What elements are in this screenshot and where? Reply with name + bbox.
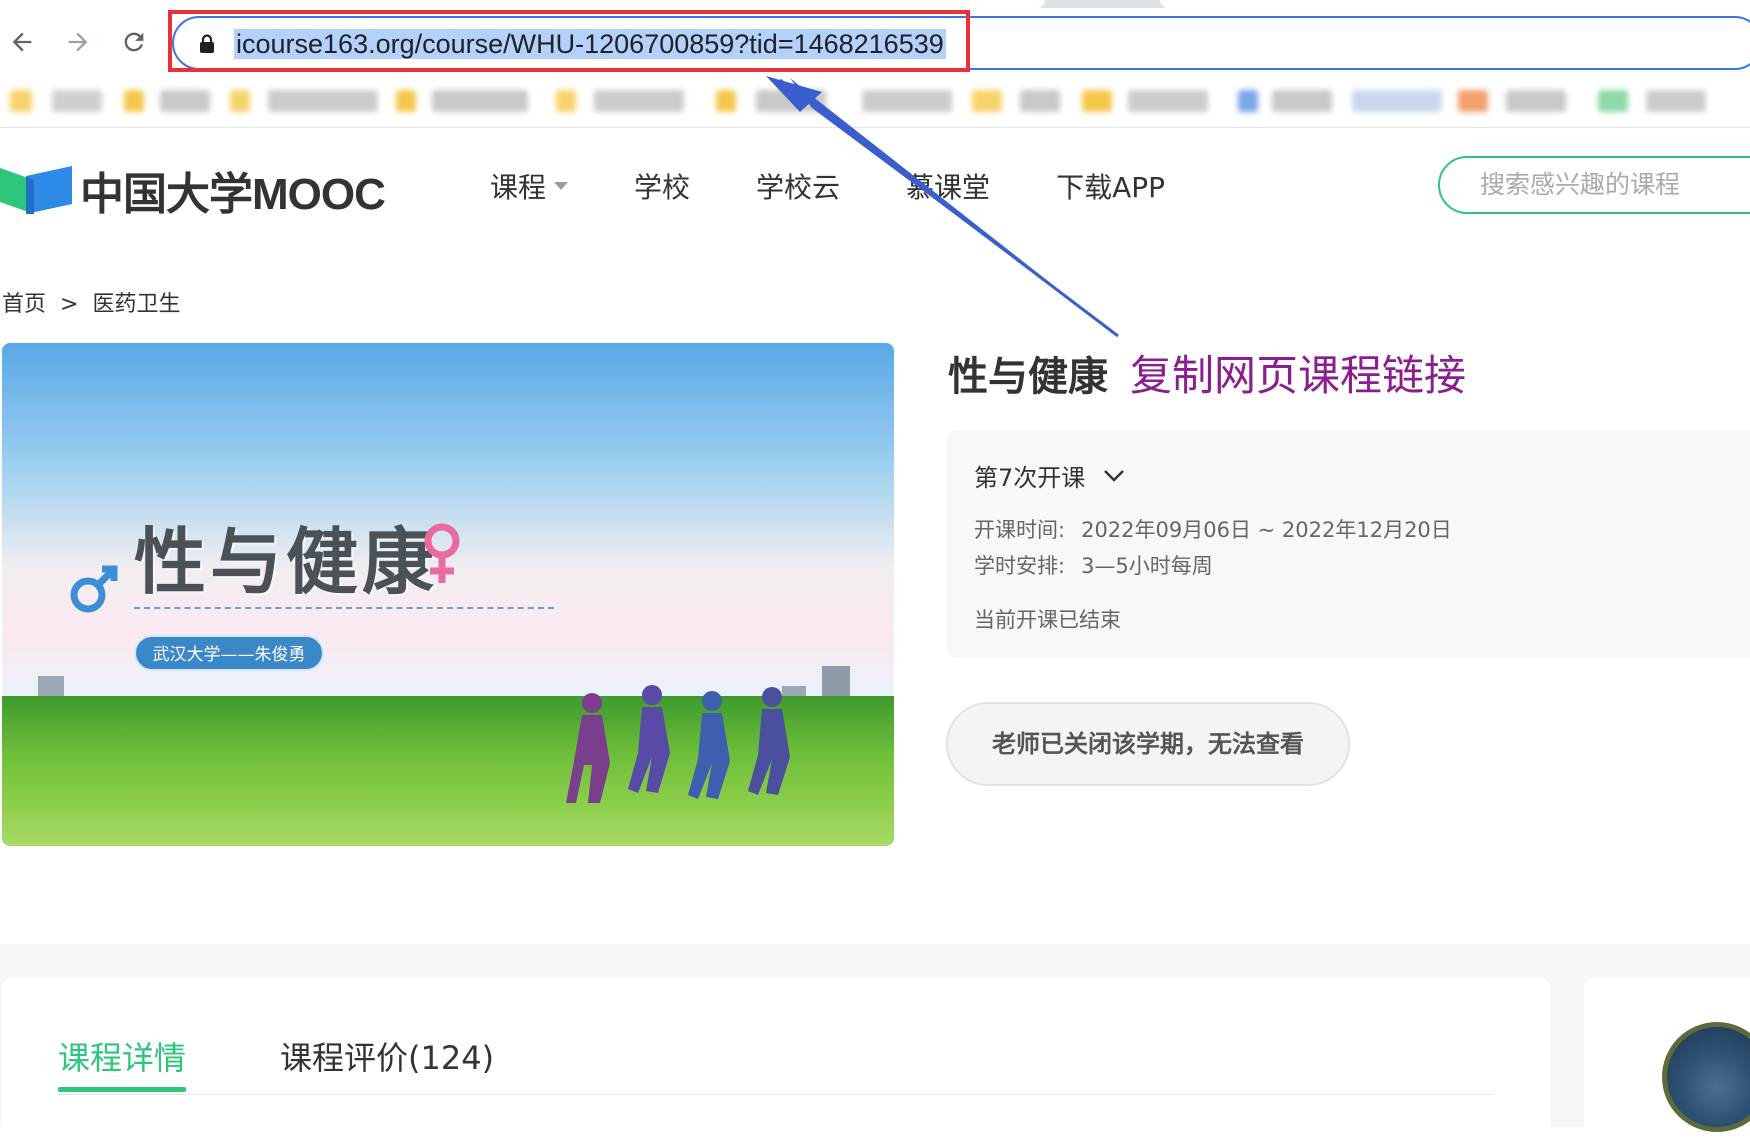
bookmark-item[interactable] bbox=[594, 90, 684, 112]
bookmark-item[interactable] bbox=[862, 90, 952, 112]
banner-teacher-tag: 武汉大学——朱俊勇 bbox=[134, 635, 324, 671]
bookmark-item[interactable] bbox=[230, 90, 250, 112]
main-nav: 课程 学校 学校云 慕课堂 下载APP bbox=[490, 166, 1231, 206]
term-select[interactable]: 第7次开课 bbox=[974, 458, 1125, 493]
site-header: 中国大学MOOC 课程 学校 学校云 慕课堂 下载APP 搜索感兴趣的课程 bbox=[0, 130, 1750, 240]
term-info-card: 第7次开课 开课时间: 2022年09月06日 ~ 2022年12月20日 学时安… bbox=[946, 430, 1750, 658]
forward-button[interactable] bbox=[58, 22, 98, 62]
bookmark-item[interactable] bbox=[1352, 90, 1442, 112]
active-tab[interactable] bbox=[0, 0, 1045, 8]
course-time: 开课时间: 2022年09月06日 ~ 2022年12月20日 bbox=[974, 518, 1452, 542]
nav-download-app[interactable]: 下载APP bbox=[1056, 166, 1165, 206]
arrow-right-icon bbox=[68, 32, 88, 52]
nav-school-cloud[interactable]: 学校云 bbox=[756, 166, 840, 206]
course-title: 性与健康 bbox=[948, 354, 1108, 400]
bookmark-item[interactable] bbox=[52, 90, 102, 112]
term-label: 第7次开课 bbox=[974, 464, 1086, 492]
bookmark-item[interactable] bbox=[1272, 90, 1332, 112]
school-logo[interactable] bbox=[1662, 1022, 1750, 1132]
course-title-row: 性与健康 复制网页课程链接 bbox=[948, 342, 1466, 403]
bookmark-item[interactable] bbox=[1238, 90, 1258, 112]
reload-button[interactable] bbox=[114, 22, 154, 62]
back-button[interactable] bbox=[2, 22, 42, 62]
bookmark-item[interactable] bbox=[716, 90, 736, 112]
mooc-logo-icon bbox=[0, 166, 72, 214]
bookmark-item[interactable] bbox=[1598, 90, 1628, 112]
bookmark-item[interactable] bbox=[1646, 90, 1706, 112]
bookmark-item[interactable] bbox=[268, 90, 378, 112]
bookmark-item[interactable] bbox=[432, 90, 528, 112]
bookmark-item[interactable] bbox=[396, 90, 416, 112]
search-input[interactable]: 搜索感兴趣的课程 bbox=[1438, 156, 1750, 214]
course-banner: 性与健康 武汉大学——朱俊勇 bbox=[2, 343, 894, 846]
reload-icon bbox=[124, 32, 144, 52]
annotation-text: 复制网页课程链接 bbox=[1130, 351, 1467, 400]
nav-schools[interactable]: 学校 bbox=[634, 166, 690, 206]
chevron-down-icon bbox=[1104, 469, 1125, 482]
breadcrumb: 首页 > 医药卫生 bbox=[2, 286, 180, 318]
site-logo[interactable]: 中国大学MOOC bbox=[0, 158, 386, 222]
course-detail-card: 课程详情 课程评价(124) bbox=[2, 978, 1550, 1138]
bookmark-item[interactable] bbox=[1128, 90, 1208, 112]
female-symbol-icon bbox=[424, 523, 460, 583]
breadcrumb-home[interactable]: 首页 bbox=[2, 292, 46, 317]
bookmark-item[interactable] bbox=[1506, 90, 1566, 112]
bookmark-item[interactable] bbox=[160, 90, 210, 112]
bookmark-item[interactable] bbox=[1082, 90, 1112, 112]
inactive-tab[interactable] bbox=[1160, 0, 1750, 8]
banner-divider bbox=[134, 607, 554, 609]
course-hours: 学时安排: 3—5小时每周 bbox=[974, 554, 1213, 578]
logo-text: 中国大学MOOC bbox=[80, 170, 386, 219]
bookmark-item[interactable] bbox=[1020, 90, 1060, 112]
tab-course-reviews[interactable]: 课程评价(124) bbox=[280, 1033, 494, 1079]
school-side-card bbox=[1584, 978, 1750, 1138]
jumping-people-illustration bbox=[566, 685, 790, 803]
bookmark-item[interactable] bbox=[124, 90, 144, 112]
bookmark-item[interactable] bbox=[756, 90, 826, 112]
breadcrumb-separator: > bbox=[60, 292, 79, 317]
nav-mooc-classroom[interactable]: 慕课堂 bbox=[906, 166, 990, 206]
bookmark-item[interactable] bbox=[556, 90, 576, 112]
url-highlight-box bbox=[168, 10, 970, 72]
bookmark-item[interactable] bbox=[1458, 90, 1488, 112]
bookmark-item[interactable] bbox=[10, 90, 32, 112]
nav-courses[interactable]: 课程 bbox=[490, 166, 569, 206]
caret-down-icon bbox=[554, 182, 569, 190]
bookmark-item[interactable] bbox=[972, 90, 1002, 112]
breadcrumb-category[interactable]: 医药卫生 bbox=[92, 292, 180, 317]
term-closed-button[interactable]: 老师已关闭该学期，无法查看 bbox=[946, 702, 1350, 786]
tab-strip bbox=[0, 0, 1750, 8]
bookmarks-bar bbox=[0, 76, 1750, 128]
banner-title: 性与健康 bbox=[134, 520, 439, 604]
tab-divider bbox=[58, 1094, 1494, 1095]
tab-course-details[interactable]: 课程详情 bbox=[58, 1033, 187, 1092]
course-status: 当前开课已结束 bbox=[974, 608, 1121, 632]
arrow-left-icon bbox=[12, 32, 32, 52]
male-symbol-icon bbox=[70, 565, 118, 613]
